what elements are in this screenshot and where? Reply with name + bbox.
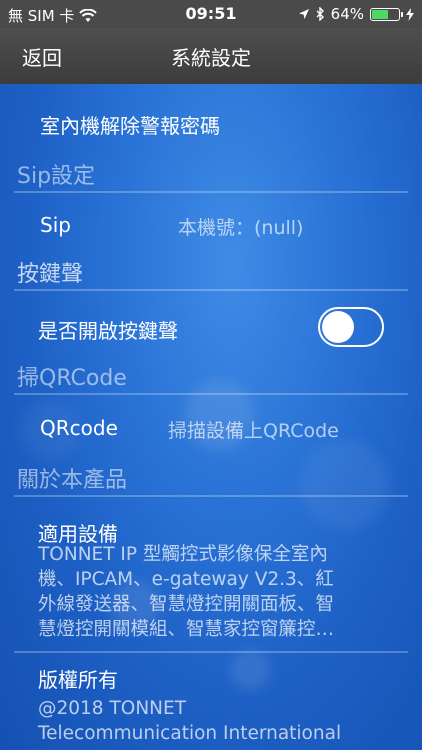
divider <box>14 393 408 395</box>
location-arrow-icon <box>298 9 309 19</box>
status-bar: 無 SIM 卡 09:51 64% <box>0 0 422 28</box>
page-title: 系統設定 <box>171 46 251 70</box>
section-header-keytone: 按鍵聲 <box>17 262 84 287</box>
section-header-qrcode: 掃QRCode <box>17 366 127 391</box>
supported-devices-text: TONNET IP 型觸控式影像保全室內 機、IPCAM、e-gateway V… <box>38 544 335 640</box>
qrcode-scan-value[interactable]: 掃描設備上QRCode <box>168 416 339 443</box>
divider <box>14 289 408 291</box>
disarm-password-item[interactable]: 室內機解除警報密碼 <box>40 110 220 139</box>
toggle-knob <box>322 311 354 343</box>
divider <box>14 191 408 193</box>
section-header-about: 關於本產品 <box>17 468 128 493</box>
copyright-text: @2018 TONNET Telecommunication Internati… <box>38 698 342 744</box>
battery-percent: 64% <box>330 5 364 23</box>
battery-icon <box>370 7 403 21</box>
bluetooth-icon <box>316 7 324 21</box>
background-glow <box>300 440 390 530</box>
status-right: 64% <box>298 5 414 23</box>
background-glow <box>230 650 270 690</box>
battery-level <box>372 9 388 19</box>
navigation-bar: 返回 系統設定 <box>0 28 422 84</box>
section-header-sip: Sip設定 <box>17 164 96 189</box>
divider <box>14 651 408 653</box>
sip-label[interactable]: Sip <box>40 213 71 237</box>
qrcode-label[interactable]: QRcode <box>40 416 118 440</box>
copyright-title: 版權所有 <box>38 668 118 692</box>
charging-bolt-icon <box>406 7 414 21</box>
divider <box>14 495 408 497</box>
keytone-label: 是否開啟按鍵聲 <box>38 319 178 343</box>
sip-number-value: 本機號：(null) <box>178 217 304 239</box>
keytone-toggle[interactable] <box>318 307 384 347</box>
